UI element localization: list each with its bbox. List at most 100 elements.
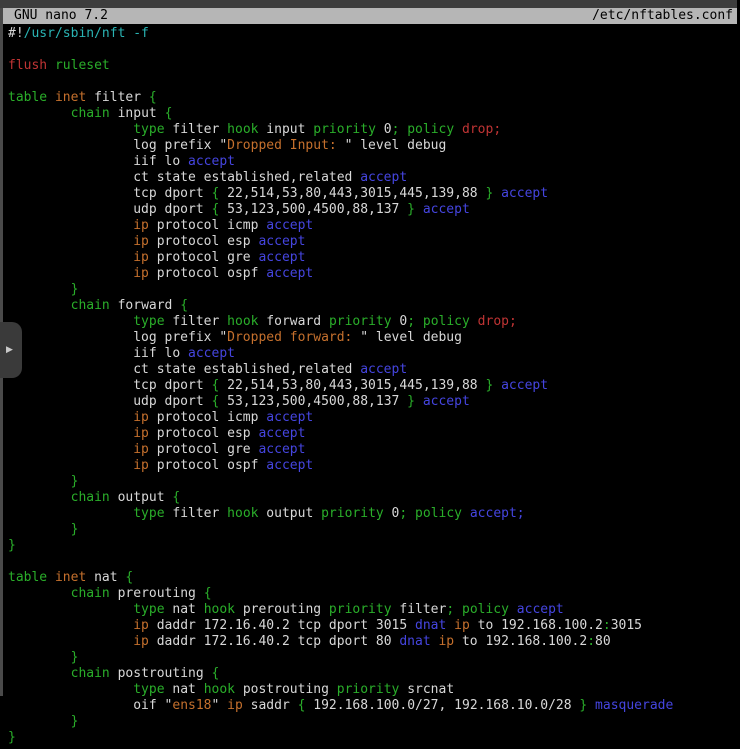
code-line: }	[8, 730, 740, 746]
code-token: accept	[501, 378, 548, 393]
code-token: }	[71, 650, 79, 665]
code-token: 53,123,500,4500,88,137	[219, 202, 407, 217]
code-token	[470, 314, 478, 329]
code-token: }	[71, 282, 79, 297]
code-token: protocol esp	[149, 426, 259, 441]
code-token: type	[133, 602, 164, 617]
code-token	[8, 298, 71, 313]
code-token	[8, 250, 133, 265]
code-token	[8, 650, 71, 665]
code-token: ruleset	[55, 58, 110, 73]
code-token: table	[8, 570, 47, 585]
code-line: ip protocol gre accept	[8, 250, 740, 266]
code-token: input	[110, 106, 165, 121]
code-token: policy	[423, 314, 470, 329]
code-token: log prefix "	[8, 330, 227, 345]
code-token: :	[603, 618, 611, 633]
code-token: ip	[133, 234, 149, 249]
code-token: inet	[55, 90, 86, 105]
window-top-strip	[0, 0, 737, 8]
code-token: #!	[8, 26, 24, 41]
code-token	[8, 266, 133, 281]
code-token	[8, 314, 133, 329]
expand-arrow-icon: ▶	[0, 346, 13, 355]
code-token: output	[258, 506, 321, 521]
code-token: {	[172, 490, 180, 505]
code-token: drop;	[478, 314, 517, 329]
code-token: accept	[360, 170, 407, 185]
code-token: postrouting	[110, 666, 212, 681]
code-token: inet	[55, 570, 86, 585]
code-line: ip protocol ospf accept	[8, 266, 740, 282]
code-line: flush ruleset	[8, 58, 740, 74]
code-line: ip protocol icmp accept	[8, 218, 740, 234]
code-token: input	[258, 122, 313, 137]
code-token: accept	[258, 442, 305, 457]
code-token: }	[8, 538, 16, 553]
code-token	[8, 426, 133, 441]
code-token: hook	[227, 314, 258, 329]
code-token	[415, 314, 423, 329]
code-token: accept	[360, 362, 407, 377]
code-token	[8, 282, 71, 297]
code-line: }	[8, 650, 740, 666]
code-token	[415, 394, 423, 409]
code-token: protocol icmp	[149, 410, 266, 425]
code-line: chain prerouting {	[8, 586, 740, 602]
code-line: chain output {	[8, 490, 740, 506]
code-token: prerouting	[110, 586, 204, 601]
code-token: " level debug	[345, 138, 447, 153]
code-token	[8, 122, 133, 137]
code-line: log prefix "Dropped forward: " level deb…	[8, 330, 740, 346]
code-token: forward	[110, 298, 180, 313]
code-token: to 192.168.100.2	[454, 634, 587, 649]
code-token: filter	[86, 90, 149, 105]
code-line: ip protocol esp accept	[8, 426, 740, 442]
code-token: daddr 172.16.40.2 tcp dport 80	[149, 634, 399, 649]
code-token: 22,514,53,80,443,3015,445,139,88	[219, 186, 485, 201]
code-token: accept	[266, 458, 313, 473]
code-token	[8, 410, 133, 425]
code-token	[47, 58, 55, 73]
code-token: accept	[517, 602, 564, 617]
code-token: }	[407, 202, 415, 217]
code-token: 0	[376, 122, 392, 137]
code-token: priority	[313, 122, 376, 137]
code-token: ip	[454, 618, 470, 633]
code-token: ip	[133, 442, 149, 457]
code-token: protocol gre	[149, 442, 259, 457]
code-token: tcp dport	[8, 378, 212, 393]
code-token	[8, 618, 133, 633]
code-line: type nat hook postrouting priority srcna…	[8, 682, 740, 698]
code-token	[8, 234, 133, 249]
code-token	[8, 634, 133, 649]
code-line: iif lo accept	[8, 154, 740, 170]
nano-titlebar: GNU nano 7.2 /etc/nftables.conf	[0, 8, 737, 24]
editor-content[interactable]: #!/usr/sbin/nft -f flush ruleset table i…	[8, 26, 740, 749]
code-token: {	[165, 106, 173, 121]
code-token	[8, 602, 133, 617]
code-token: type	[133, 122, 164, 137]
control-bar-handle[interactable]: ▶	[0, 322, 22, 378]
code-token: accept	[188, 346, 235, 361]
code-token	[47, 90, 55, 105]
code-token: policy	[415, 506, 462, 521]
code-token: ens18	[172, 698, 211, 713]
code-token: ;	[446, 602, 454, 617]
code-token: accept	[258, 250, 305, 265]
code-token: {	[204, 586, 212, 601]
code-line: ip daddr 172.16.40.2 tcp dport 80 dnat i…	[8, 634, 740, 650]
code-token: table	[8, 90, 47, 105]
code-token	[493, 186, 501, 201]
code-line: ip protocol ospf accept	[8, 458, 740, 474]
code-token: chain	[71, 666, 110, 681]
code-line: ct state established,related accept	[8, 170, 740, 186]
code-token: {	[180, 298, 188, 313]
code-line: log prefix "Dropped Input: " level debug	[8, 138, 740, 154]
code-line	[8, 554, 740, 570]
code-token	[446, 618, 454, 633]
code-token: }	[71, 474, 79, 489]
code-line: #!/usr/sbin/nft -f	[8, 26, 740, 42]
code-line: }	[8, 282, 740, 298]
code-token	[8, 506, 133, 521]
